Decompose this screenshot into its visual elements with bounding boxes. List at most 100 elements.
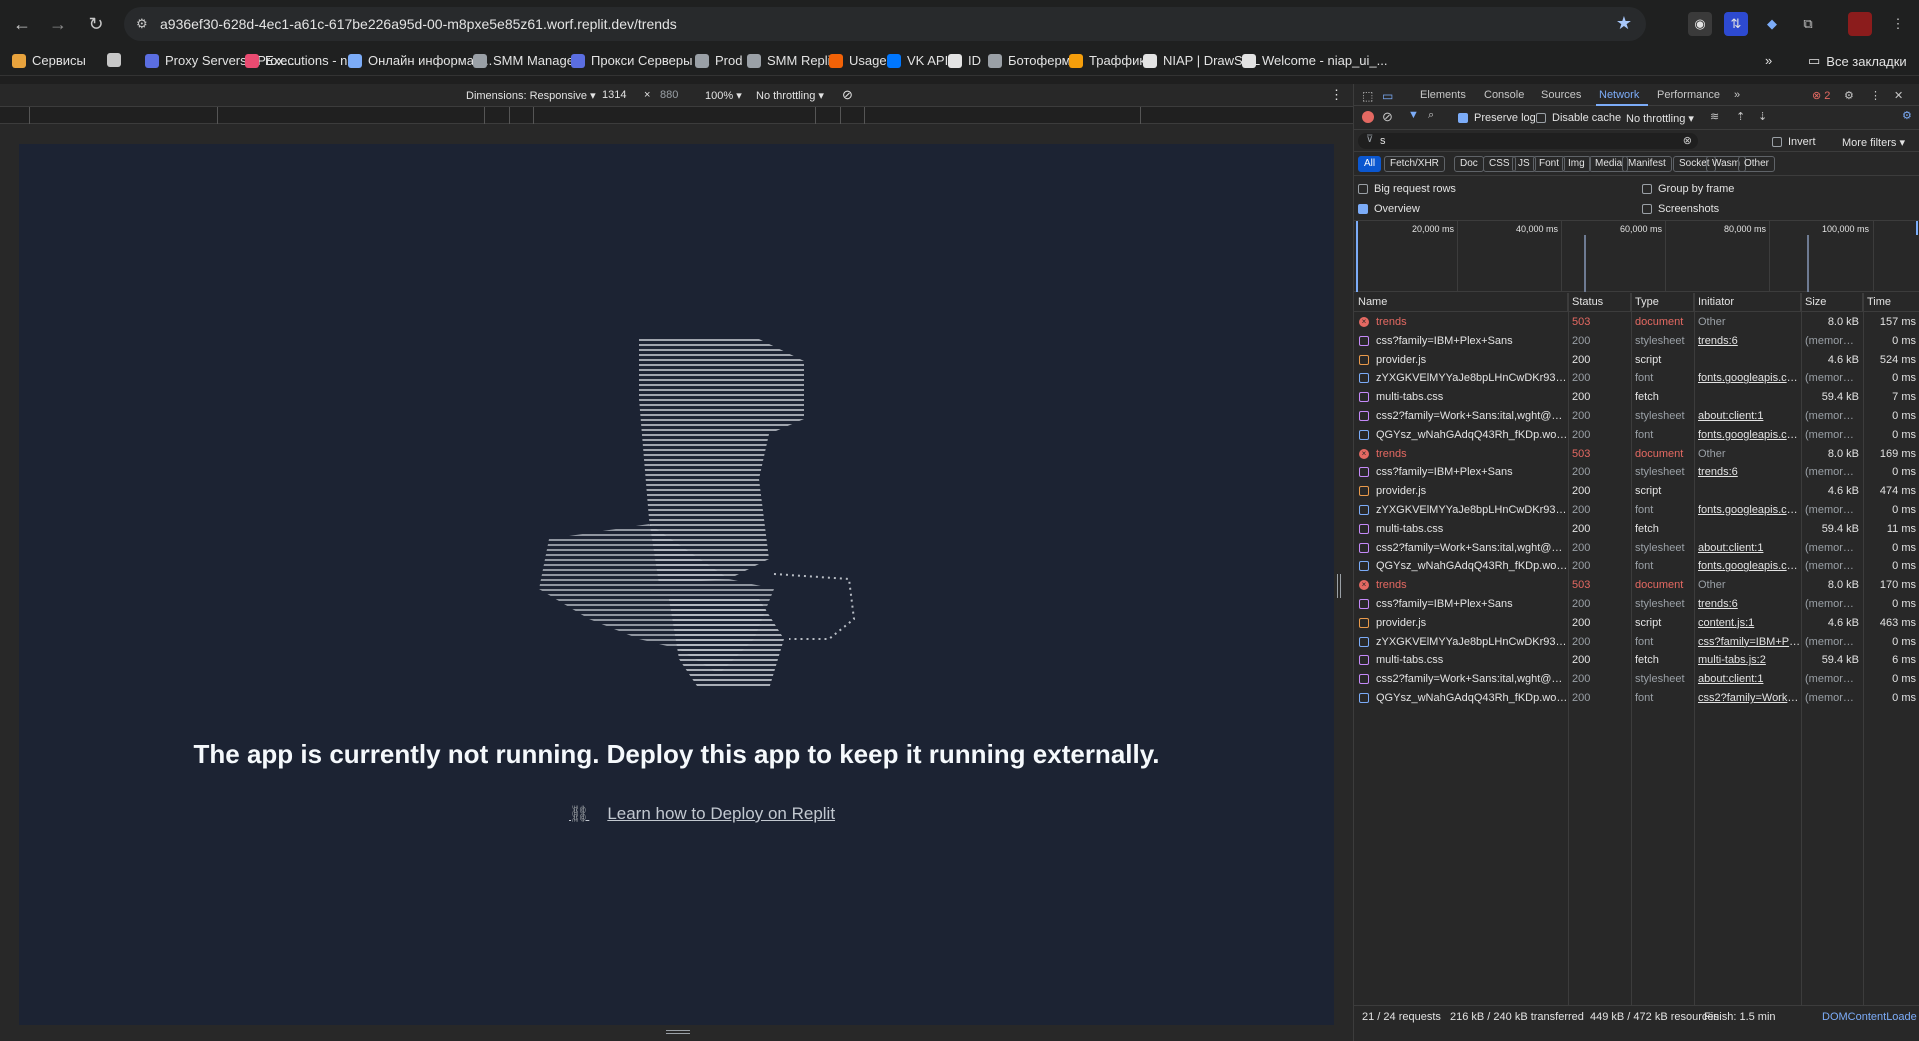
tab-elements[interactable]: Elements (1420, 89, 1466, 101)
extensions-icon[interactable]: ⧉ (1796, 12, 1820, 36)
network-conditions-icon[interactable]: ≋ (1710, 110, 1719, 123)
bookmarks-overflow-icon[interactable]: » (1765, 53, 1772, 68)
type-filter-manifest[interactable]: Manifest (1622, 156, 1672, 172)
zoom-dropdown[interactable]: 100% ▾ (705, 89, 742, 102)
deploy-link-label[interactable]: Learn how to Deploy on Replit (607, 804, 835, 824)
clear-filter-icon[interactable]: ⊗ (1683, 134, 1692, 147)
dimensions-dropdown[interactable]: Dimensions: Responsive ▾ (466, 89, 596, 102)
tab-network[interactable]: Network (1599, 89, 1639, 101)
table-row[interactable]: multi-tabs.css 200 fetch multi-tabs.js:2 59.… (1354, 651, 1919, 670)
viewport-resize-handle-bottom[interactable] (666, 1030, 690, 1034)
column-header-time[interactable]: Time (1863, 293, 1919, 312)
filter-input[interactable]: ⊽ s ⊗ (1358, 133, 1698, 149)
column-header-initiator[interactable]: Initiator (1694, 293, 1801, 312)
cell-initiator[interactable]: fonts.googleapis.com (1694, 557, 1801, 576)
bookmark-item[interactable]: VK API (887, 53, 948, 68)
all-bookmarks-folder[interactable]: ▭ Все закладки (1808, 53, 1907, 69)
column-header-name[interactable]: Name (1354, 293, 1568, 312)
device-toolbar-menu-icon[interactable]: ⋮ (1330, 87, 1343, 103)
bookmark-item[interactable]: Executions - n8n (245, 53, 362, 68)
cell-initiator[interactable]: fonts.googleapis.com (1694, 501, 1801, 520)
more-filters-dropdown[interactable]: More filters ▾ (1842, 136, 1905, 149)
table-row[interactable]: multi-tabs.css 200 fetch 59.4 kB 11 ms (1354, 520, 1919, 539)
table-row[interactable]: provider.js 200 script content.js:1 4.6 kB 46… (1354, 614, 1919, 633)
bookmark-item[interactable]: SMM Manager (473, 53, 578, 68)
rotate-icon[interactable]: ⊘ (842, 87, 853, 103)
type-filter-img[interactable]: Img (1562, 156, 1591, 172)
clear-icon[interactable]: ⊘ (1382, 109, 1393, 125)
bookmark-item[interactable]: Prod (695, 53, 742, 68)
more-tabs-icon[interactable]: » (1734, 89, 1740, 101)
preserve-log-checkbox[interactable]: Preserve log (1458, 112, 1536, 124)
cell-initiator[interactable]: content.js:1 (1694, 614, 1801, 633)
bookmark-item[interactable]: ID (948, 53, 981, 68)
cell-initiator[interactable]: css2?family=Work+S (1694, 689, 1801, 708)
width-input[interactable]: 1314 (602, 89, 626, 101)
cell-initiator[interactable]: about:client:1 (1694, 539, 1801, 558)
cell-initiator[interactable]: about:client:1 (1694, 407, 1801, 426)
table-row[interactable]: QGYsz_wNahGAdqQ43Rh_fKDp.woff2 200 font fon… (1354, 557, 1919, 576)
export-har-icon[interactable]: ⇣ (1758, 110, 1767, 123)
type-filter-font[interactable]: Font (1533, 156, 1566, 172)
network-settings-icon[interactable]: ⚙ (1902, 109, 1912, 122)
viewport-resize-handle-right[interactable] (1337, 574, 1341, 598)
back-icon[interactable]: ← (10, 12, 34, 36)
table-row[interactable]: css?family=IBM+Plex+Sans 200 stylesheet tre… (1354, 332, 1919, 351)
overview-checkbox[interactable]: Overview (1358, 203, 1420, 215)
column-header-status[interactable]: Status (1568, 293, 1631, 312)
bookmark-star-icon[interactable]: ★ (1616, 13, 1632, 34)
height-input[interactable]: 880 (660, 89, 678, 101)
cell-initiator[interactable]: trends:6 (1694, 332, 1801, 351)
devtools-settings-icon[interactable]: ⚙ (1844, 89, 1854, 102)
url-text[interactable]: a936ef30-628d-4ec1-a61c-617be226a95d-00-… (160, 16, 677, 32)
browser-menu-icon[interactable]: ⋮ (1886, 12, 1910, 36)
tab-console[interactable]: Console (1484, 89, 1524, 101)
group-by-frame-checkbox[interactable]: Group by frame (1642, 183, 1734, 195)
screenshots-checkbox[interactable]: Screenshots (1642, 203, 1719, 215)
device-toggle-icon[interactable]: ▭ (1382, 89, 1393, 103)
table-row[interactable]: trends 503 document Other 8.0 kB 157 ms × (1354, 313, 1919, 332)
cell-initiator[interactable]: fonts.googleapis.com (1694, 426, 1801, 445)
network-throttling-dropdown[interactable]: No throttling ▾ (1626, 112, 1694, 125)
address-bar[interactable]: ⚙ a936ef30-628d-4ec1-a61c-617be226a95d-0… (124, 7, 1646, 41)
table-row[interactable]: css2?family=Work+Sans:ital,wght@0,... 200… (1354, 539, 1919, 558)
table-row[interactable]: css2?family=Work+Sans:ital,wght@0,... 200… (1354, 670, 1919, 689)
table-row[interactable]: css?family=IBM+Plex+Sans 200 stylesheet tre… (1354, 595, 1919, 614)
gemini-extension-icon[interactable]: ◆ (1760, 12, 1784, 36)
site-settings-icon[interactable]: ⚙ (136, 16, 152, 32)
table-row[interactable]: zYXGKVElMYYaJe8bpLHnCwDKr932-G... 200 font… (1354, 369, 1919, 388)
table-row[interactable]: zYXGKVElMYYaJe8bpLHnCwDKr932-G... 200 font… (1354, 501, 1919, 520)
bookmark-item[interactable] (107, 53, 121, 67)
filter-icon[interactable]: ▼ (1408, 109, 1419, 121)
table-row[interactable]: multi-tabs.css 200 fetch 59.4 kB 7 ms (1354, 388, 1919, 407)
network-overview-timeline[interactable]: 20,000 ms 40,000 ms 60,000 ms 80,000 ms … (1354, 220, 1919, 292)
search-icon[interactable]: ⌕ (1428, 109, 1434, 122)
deploy-help-link[interactable]: ⛓ Learn how to Deploy on Replit (569, 804, 835, 824)
invert-checkbox[interactable]: Invert (1772, 136, 1816, 148)
cell-initiator[interactable]: css?family=IBM+Plex (1694, 633, 1801, 652)
type-filter-fetch-xhr[interactable]: Fetch/XHR (1384, 156, 1445, 172)
table-row[interactable]: css2?family=Work+Sans:ital,wght@0,... 200… (1354, 407, 1919, 426)
cell-initiator[interactable]: fonts.googleapis.com (1694, 369, 1801, 388)
bookmark-item[interactable]: Онлайн информац... (348, 53, 492, 68)
table-row[interactable]: css?family=IBM+Plex+Sans 200 stylesheet tre… (1354, 463, 1919, 482)
big-request-rows-checkbox[interactable]: Big request rows (1358, 183, 1456, 195)
bookmark-item[interactable]: Траффик (1069, 53, 1145, 68)
devtools-menu-icon[interactable]: ⋮ (1870, 89, 1881, 102)
bookmark-item[interactable]: Welcome - niap_ui_... (1242, 53, 1388, 68)
error-badge[interactable]: ⊗ 2 (1812, 89, 1830, 102)
cell-initiator[interactable]: trends:6 (1694, 595, 1801, 614)
table-row[interactable]: trends 503 document Other 8.0 kB 169 ms × (1354, 445, 1919, 464)
type-filter-other[interactable]: Other (1738, 156, 1776, 172)
bookmark-item[interactable]: SMM Replit (747, 53, 834, 68)
tab-sources[interactable]: Sources (1541, 89, 1581, 101)
bookmark-item[interactable]: Прокси Серверы |... (571, 53, 710, 68)
record-icon[interactable] (1362, 111, 1374, 123)
disable-cache-checkbox[interactable]: Disable cache (1536, 112, 1621, 124)
forward-icon[interactable]: → (46, 12, 70, 36)
throttling-dropdown[interactable]: No throttling ▾ (756, 89, 824, 102)
bookmark-item[interactable]: Usage (829, 53, 887, 68)
cell-initiator[interactable]: multi-tabs.js:2 (1694, 651, 1801, 670)
table-row[interactable]: provider.js 200 script 4.6 kB 474 ms (1354, 482, 1919, 501)
devtools-close-icon[interactable]: ✕ (1894, 89, 1903, 102)
